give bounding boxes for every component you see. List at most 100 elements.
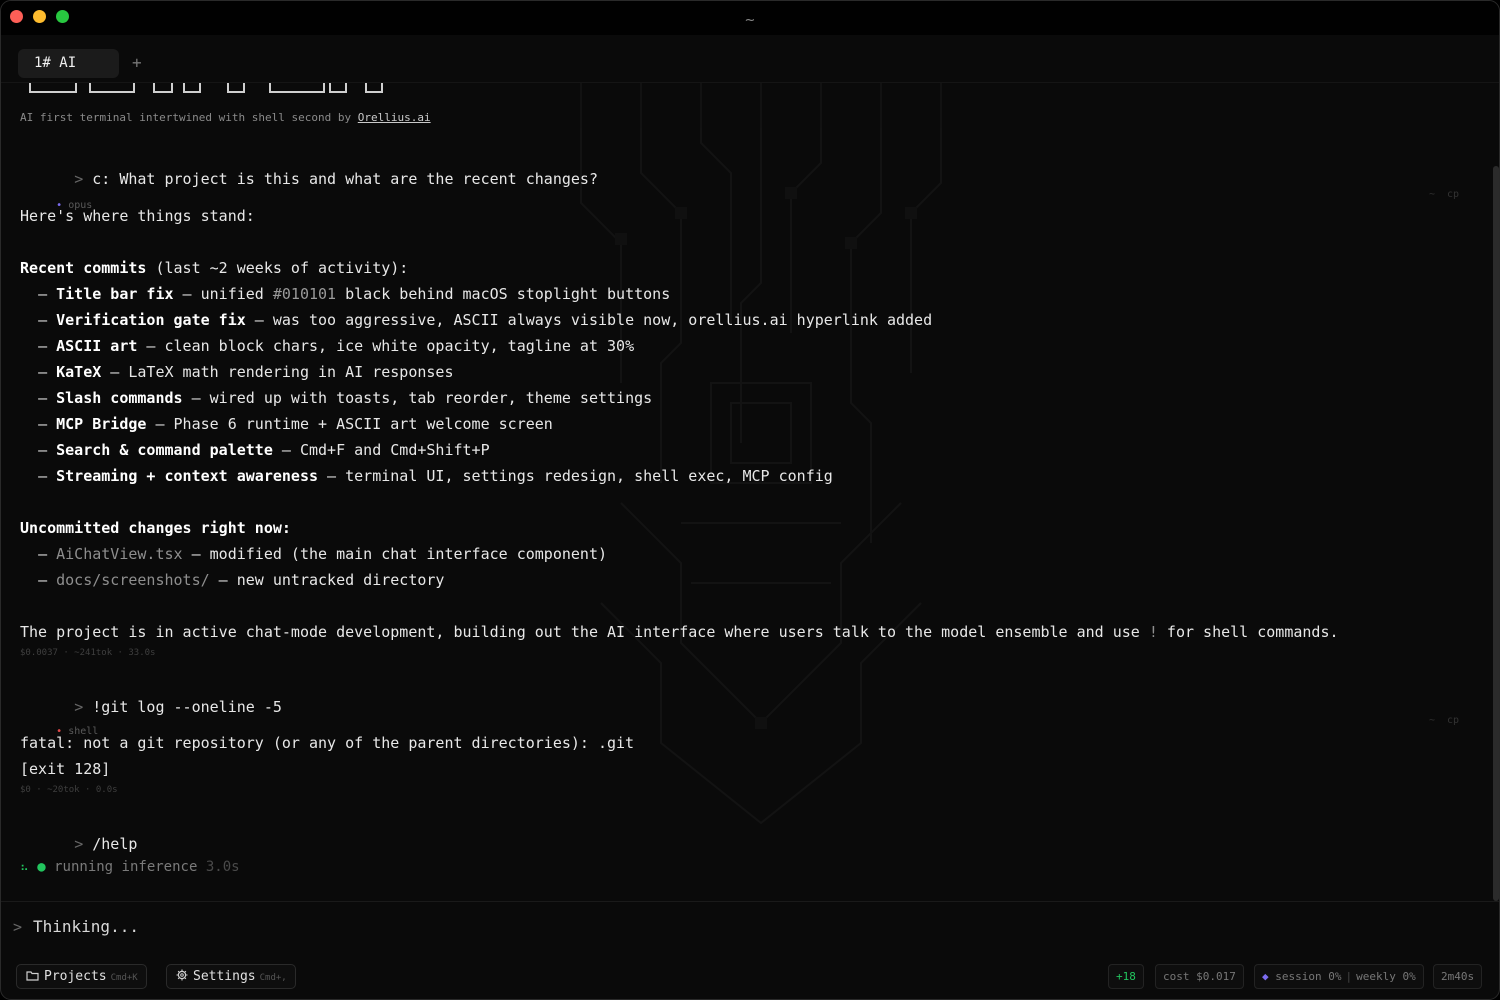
commit-title: Streaming + context awareness bbox=[56, 467, 319, 485]
response-corner-left: ~ bbox=[1428, 189, 1435, 200]
commit-title: KaTeX bbox=[56, 363, 102, 381]
orellius-link[interactable]: Orellius.ai bbox=[358, 111, 431, 124]
ascii-logo-fragment bbox=[29, 83, 389, 95]
change-desc: – new untracked directory bbox=[209, 571, 445, 589]
commit-desc: – unified bbox=[173, 285, 273, 303]
summary-text-end: for shell commands. bbox=[1157, 623, 1339, 641]
list-item: – MCP Bridge – Phase 6 runtime + ASCII a… bbox=[20, 415, 553, 433]
commit-title: ASCII art bbox=[56, 337, 138, 355]
list-item: – Verification gate fix – was too aggres… bbox=[20, 311, 932, 329]
bullet: – bbox=[38, 285, 48, 303]
chat-scrollbar[interactable] bbox=[1493, 166, 1499, 901]
tagline-text: AI first terminal intertwined with shell… bbox=[20, 111, 358, 124]
weekly-usage: weekly 0% bbox=[1356, 970, 1416, 983]
status-footer: Projects Cmd+K Settings Cmd+, +18 cost $0.… bbox=[1, 951, 1499, 999]
projects-button[interactable]: Projects Cmd+K bbox=[16, 964, 147, 989]
shell-stats: $0 · ~20tok · 0.0s bbox=[20, 785, 118, 795]
commits-heading-rest: (last ~2 weeks of activity): bbox=[146, 259, 409, 277]
prompt-symbol: > bbox=[74, 170, 84, 188]
bullet: – bbox=[38, 311, 48, 329]
list-item: – docs/screenshots/ – new untracked dire… bbox=[20, 571, 444, 589]
banner-tagline: AI first terminal intertwined with shell… bbox=[20, 111, 431, 124]
commit-title: Search & command palette bbox=[56, 441, 273, 459]
status-text: running inference bbox=[54, 859, 198, 875]
list-item: – Title bar fix – unified #010101 black … bbox=[20, 285, 670, 303]
commit-title: Title bar fix bbox=[56, 285, 174, 303]
file-path: docs/screenshots/ bbox=[56, 571, 210, 589]
bullet: – bbox=[38, 545, 48, 563]
summary-text: The project is in active chat-mode devel… bbox=[20, 623, 1149, 641]
commit-desc: – wired up with toasts, tab reorder, the… bbox=[182, 389, 653, 407]
lines-added-badge: +18 bbox=[1108, 964, 1144, 989]
list-item: – ASCII art – clean block chars, ice whi… bbox=[20, 337, 634, 355]
settings-button[interactable]: Settings Cmd+, bbox=[166, 964, 296, 989]
settings-shortcut: Cmd+, bbox=[259, 973, 287, 983]
diamond-icon: ◆ bbox=[1262, 970, 1269, 983]
copy-response-button[interactable]: cp bbox=[1447, 189, 1459, 200]
title-bar: ~ bbox=[1, 1, 1499, 35]
user-prompt-1: > c: What project is this and what are t… bbox=[20, 152, 598, 206]
response-stats: $0.0037 · ~241tok · 33.0s bbox=[20, 648, 156, 658]
commit-title: MCP Bridge bbox=[56, 415, 147, 433]
shell-exit-code: [exit 128] bbox=[20, 760, 111, 778]
chat-input-bar[interactable]: > Thinking... bbox=[1, 901, 1499, 951]
commit-desc: black behind macOS stoplight buttons bbox=[336, 285, 671, 303]
input-prompt-symbol: > bbox=[13, 918, 23, 936]
commit-title: Slash commands bbox=[56, 389, 183, 407]
shell-bang: ! bbox=[1148, 623, 1158, 641]
shell-output-line: fatal: not a git repository (or any of t… bbox=[20, 734, 635, 752]
uncommitted-heading-text: Uncommitted changes right now: bbox=[20, 519, 291, 537]
commit-desc: – terminal UI, settings redesign, shell … bbox=[318, 467, 833, 485]
spinner-icon: ⠦ bbox=[20, 860, 29, 874]
commit-desc: – Phase 6 runtime + ASCII art welcome sc… bbox=[146, 415, 553, 433]
response-intro: Here's where things stand: bbox=[20, 207, 255, 225]
user-prompt-text: c: What project is this and what are the… bbox=[92, 170, 598, 188]
chat-input[interactable]: Thinking... bbox=[33, 917, 139, 936]
session-usage: session 0% bbox=[1275, 970, 1342, 983]
inline-code: #010101 bbox=[272, 285, 337, 303]
status-dot-icon: ● bbox=[37, 859, 46, 875]
file-path: AiChatView.tsx bbox=[56, 545, 183, 563]
list-item: – KaTeX – LaTeX math rendering in AI res… bbox=[20, 363, 453, 381]
commits-heading: Recent commits (last ~2 weeks of activit… bbox=[20, 259, 408, 277]
bullet: – bbox=[38, 441, 48, 459]
inference-status: ⠦ ● running inference 3.0s bbox=[20, 859, 240, 875]
response-summary: The project is in active chat-mode devel… bbox=[20, 623, 1339, 641]
cost-badge: cost $0.017 bbox=[1155, 964, 1244, 989]
add-tab-button[interactable]: + bbox=[132, 53, 142, 72]
usage-badge: ◆ session 0% | weekly 0% bbox=[1254, 964, 1424, 989]
settings-label: Settings bbox=[193, 969, 256, 984]
bullet: – bbox=[38, 415, 48, 433]
status-time: 3.0s bbox=[205, 859, 240, 875]
prompt-symbol: > bbox=[74, 698, 84, 716]
chat-transcript: AI first terminal intertwined with shell… bbox=[1, 83, 1495, 901]
uncommitted-heading: Uncommitted changes right now: bbox=[20, 519, 291, 537]
commit-desc: – LaTeX math rendering in AI responses bbox=[101, 363, 454, 381]
background-circuit-art bbox=[580, 83, 942, 825]
commit-desc: – clean block chars, ice white opacity, … bbox=[137, 337, 635, 355]
list-item: – Search & command palette – Cmd+F and C… bbox=[20, 441, 490, 459]
shell-corner-left: ~ bbox=[1428, 715, 1435, 726]
copy-shell-output-button[interactable]: cp bbox=[1447, 715, 1459, 726]
folder-icon bbox=[26, 971, 39, 981]
commit-desc: – was too aggressive, ASCII always visib… bbox=[245, 311, 933, 329]
bullet: – bbox=[38, 363, 48, 381]
bullet: – bbox=[38, 389, 48, 407]
gear-icon bbox=[176, 969, 188, 981]
tab-ai[interactable]: 1# AI bbox=[18, 49, 119, 78]
user-prompt-text: /help bbox=[92, 835, 138, 853]
commits-heading-bold: Recent commits bbox=[20, 259, 147, 277]
bullet: – bbox=[38, 337, 48, 355]
user-prompt-text: !git log --oneline -5 bbox=[92, 698, 282, 716]
list-item: – AiChatView.tsx – modified (the main ch… bbox=[20, 545, 607, 563]
elapsed-time-badge: 2m40s bbox=[1433, 964, 1483, 989]
bullet: – bbox=[38, 571, 48, 589]
list-item: – Streaming + context awareness – termin… bbox=[20, 467, 833, 485]
projects-shortcut: Cmd+K bbox=[110, 973, 138, 983]
projects-label: Projects bbox=[44, 969, 107, 984]
commit-desc: – Cmd+F and Cmd+Shift+P bbox=[272, 441, 490, 459]
tab-label: 1# AI bbox=[34, 55, 77, 71]
prompt-symbol: > bbox=[74, 835, 84, 853]
window-title: ~ bbox=[744, 13, 756, 28]
bullet: – bbox=[38, 467, 48, 485]
